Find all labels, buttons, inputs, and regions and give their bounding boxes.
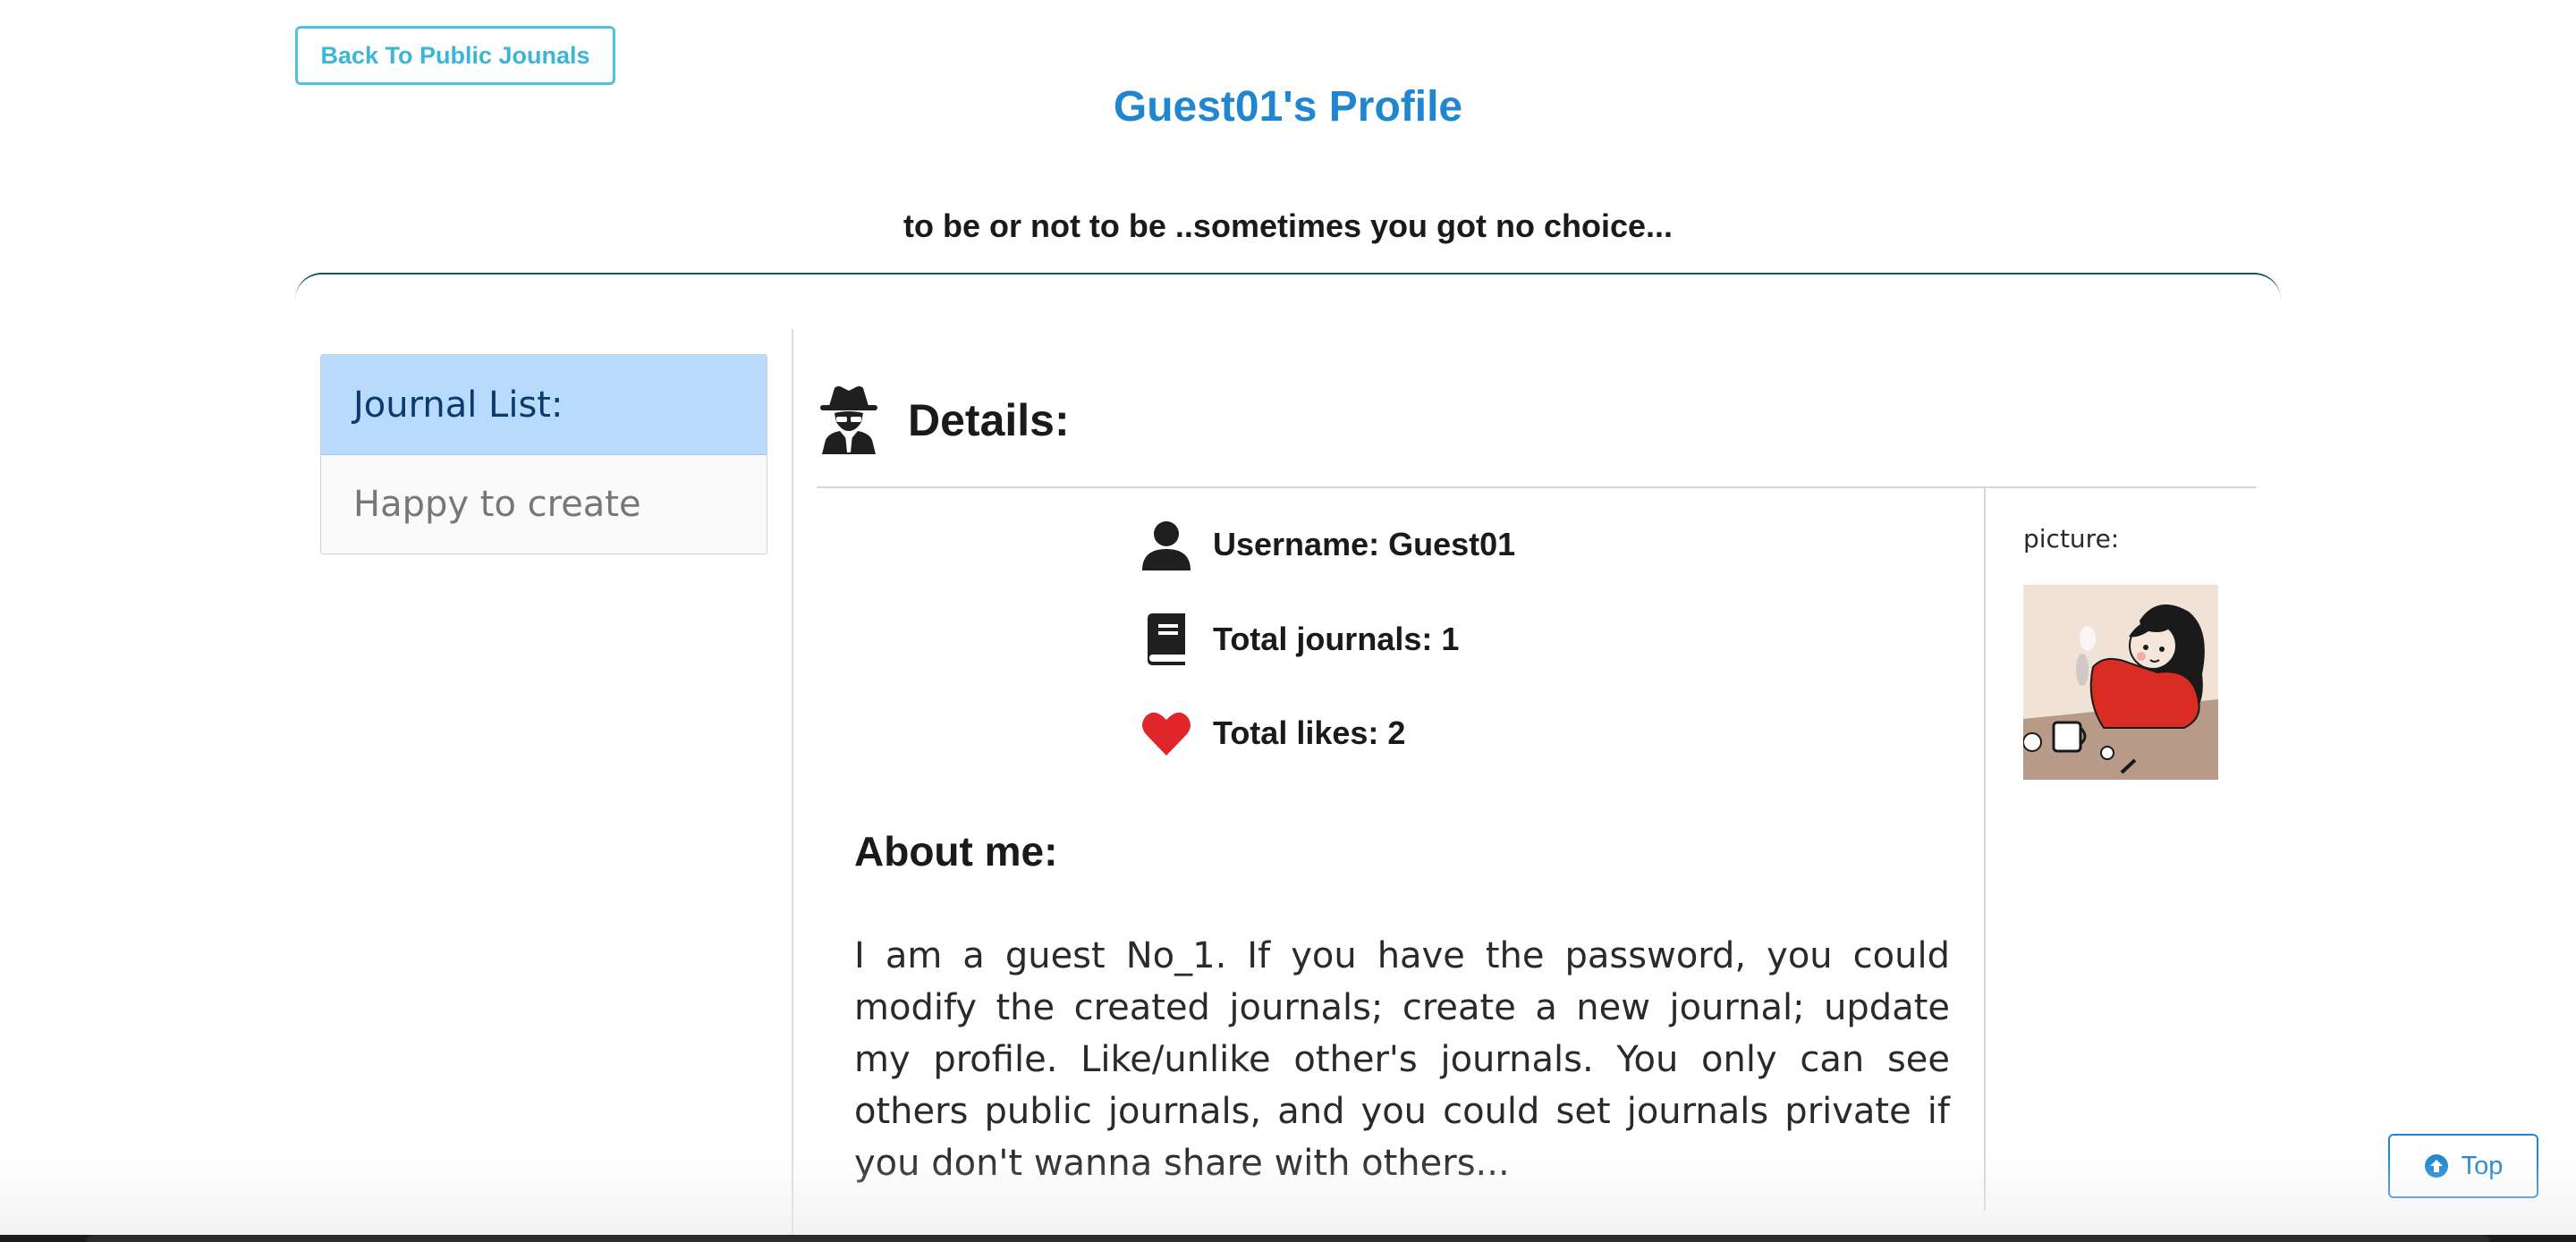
about-me-text: I am a guest No_1. If you have the passw…: [854, 935, 1950, 1184]
details-heading: Details:: [908, 395, 1070, 445]
book-icon: [1140, 613, 1193, 666]
username-text: Username: Guest01: [1213, 526, 1516, 562]
profile-motto: to be or not to be ..sometimes you got n…: [902, 207, 1674, 244]
total-journals-text: Total journals: 1: [1213, 621, 1460, 657]
top-button-label: Top: [2461, 1151, 2504, 1180]
arrow-up-circle-icon: [2424, 1154, 2448, 1178]
username-row: Username: Guest01: [1140, 513, 1515, 576]
journal-list-panel: Journal List: Happy to create: [320, 354, 767, 554]
heart-icon: [1140, 706, 1193, 760]
page-title: Guest01's Profile: [1113, 83, 1463, 131]
total-likes-row: Total likes: 2: [1140, 702, 1405, 765]
profile-page: Back To Public Jounals Guest01's Profile…: [295, 0, 2281, 1242]
header-divider: [295, 273, 2281, 300]
back-to-public-journals-button[interactable]: Back To Public Jounals: [295, 26, 615, 85]
journal-list-heading: Journal List:: [321, 355, 767, 455]
total-likes-text: Total likes: 2: [1213, 714, 1406, 751]
spy-icon: [817, 383, 881, 459]
window-bottom-edge: [0, 1235, 2576, 1242]
picture-label: picture:: [2023, 524, 2120, 553]
about-me-heading: About me:: [854, 828, 1058, 874]
scroll-to-top-button[interactable]: Top: [2388, 1134, 2538, 1198]
user-icon: [1140, 518, 1193, 571]
details-divider: [817, 486, 2257, 488]
journal-list: Journal List: Happy to create: [320, 354, 767, 554]
dock-edge: [86, 1235, 2490, 1242]
column-divider: [792, 329, 793, 1242]
profile-picture: [2023, 585, 2218, 780]
picture-column-divider: [1984, 488, 1986, 1211]
total-journals-row: Total journals: 1: [1140, 608, 1459, 671]
journal-list-item[interactable]: Happy to create: [321, 455, 767, 553]
details-header: Details:: [817, 376, 1070, 465]
